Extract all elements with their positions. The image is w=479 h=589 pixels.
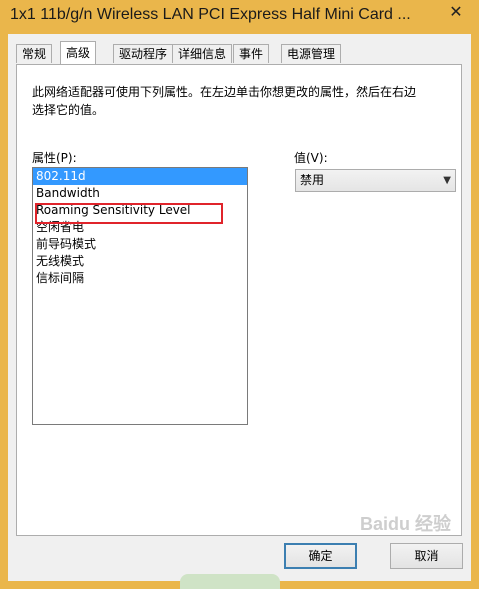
tab-advanced[interactable]: 高级 xyxy=(60,41,97,64)
window-title: 1x1 11b/g/n Wireless LAN PCI Express Hal… xyxy=(10,6,411,23)
value-label: 值(V): xyxy=(294,151,328,165)
chevron-down-icon: ▼ xyxy=(443,175,451,186)
title-bar[interactable]: 1x1 11b/g/n Wireless LAN PCI Express Hal… xyxy=(0,0,479,34)
tab-general[interactable]: 常规 xyxy=(16,44,53,63)
tab-events[interactable]: 事件 xyxy=(233,44,270,63)
property-item-bandwidth[interactable]: Bandwidth xyxy=(33,185,247,202)
watermark-logo: Baidu 经验 xyxy=(360,514,452,534)
tab-driver[interactable]: 驱动程序 xyxy=(113,44,174,63)
annotation-highlight-box xyxy=(35,203,223,224)
footer-decoration xyxy=(180,574,280,589)
cancel-button[interactable]: 取消 xyxy=(390,543,463,569)
advanced-description: 此网络适配器可使用下列属性。在左边单击你想更改的属性，然后在右边选择它的值。 xyxy=(32,85,417,117)
property-item-802-11d[interactable]: 802.11d xyxy=(33,168,247,185)
value-dropdown[interactable]: 禁用 ▼ xyxy=(295,169,456,192)
property-item-wireless-mode[interactable]: 无线模式 xyxy=(33,253,247,270)
close-icon[interactable]: ✕ xyxy=(441,0,471,24)
property-item-preamble-mode[interactable]: 前导码模式 xyxy=(33,236,247,253)
advanced-tab-panel: 此网络适配器可使用下列属性。在左边单击你想更改的属性，然后在右边选择它的值。 属… xyxy=(16,64,462,536)
ok-button[interactable]: 确定 xyxy=(284,543,357,569)
dialog-window: 1x1 11b/g/n Wireless LAN PCI Express Hal… xyxy=(0,0,479,589)
dialog-client-area: 常规 高级 驱动程序 详细信息 事件 电源管理 此网络适配器可使用下列属性。在左… xyxy=(8,34,471,581)
property-item-beacon-interval[interactable]: 信标间隔 xyxy=(33,270,247,287)
tab-power-management[interactable]: 电源管理 xyxy=(281,44,342,63)
value-dropdown-selected: 禁用 xyxy=(300,173,325,187)
tab-details[interactable]: 详细信息 xyxy=(172,44,233,63)
property-label: 属性(P): xyxy=(32,151,77,165)
